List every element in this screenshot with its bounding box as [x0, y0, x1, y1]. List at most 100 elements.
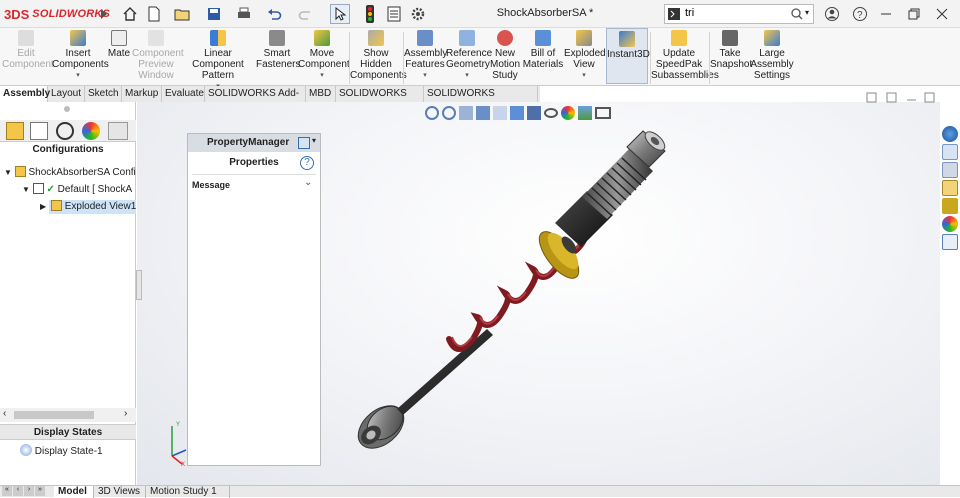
expand-menu-icon[interactable] [94, 4, 114, 24]
edit-appearance-icon[interactable] [561, 106, 575, 120]
configuration-manager-tab-icon[interactable] [56, 122, 74, 140]
tree-item-exploded-view[interactable]: ▶ Exploded View1 [40, 200, 136, 214]
solidworks-resources-icon[interactable] [942, 126, 958, 142]
panel-grip-icon[interactable] [64, 106, 70, 112]
tab-mbd[interactable]: MBD [306, 86, 336, 102]
property-manager-tab-icon[interactable] [30, 122, 48, 140]
tab-solidworks-add-ins[interactable]: SOLIDWORKS Add-Ins [205, 86, 306, 115]
display-state-item[interactable]: Display State-1 [20, 444, 136, 458]
tree-item-root[interactable]: ▼ ShockAbsorberSA Confi [4, 166, 136, 180]
section-view-icon[interactable] [476, 106, 490, 120]
minimize-icon[interactable] [876, 4, 896, 24]
print-icon[interactable] [234, 4, 254, 24]
apply-scene-icon[interactable] [578, 106, 592, 120]
first-tab-icon[interactable]: « [2, 486, 12, 496]
zoom-to-area-icon[interactable] [442, 106, 456, 120]
horizontal-scrollbar[interactable]: ‹ › [0, 408, 136, 422]
new-document-icon[interactable] [144, 4, 164, 24]
exploded-view-button[interactable]: Exploded View ▾ [564, 30, 606, 81]
take-snapshot-button[interactable]: Take Snapshot [710, 30, 752, 70]
linear-component-pattern-button[interactable]: Linear Component Pattern▾ [182, 30, 254, 92]
reference-geometry-icon [459, 30, 475, 46]
edit-component-icon [18, 30, 34, 46]
panel-menu-icon[interactable]: ▾ [312, 136, 316, 145]
scrollbar-thumb[interactable] [14, 411, 94, 419]
custom-properties-icon[interactable] [942, 234, 958, 250]
pin-panel-icon[interactable] [298, 137, 310, 149]
dynamic-annotation-icon[interactable] [493, 106, 507, 120]
collapse-arrow-icon[interactable]: ▼ [4, 168, 12, 177]
design-library-icon[interactable] [942, 162, 958, 178]
tab-layout[interactable]: Layout [48, 86, 85, 102]
next-tab-icon[interactable]: › [24, 486, 34, 496]
save-icon[interactable] [204, 4, 224, 24]
tab-solidworks-inspection[interactable]: SOLIDWORKS Inspection [424, 86, 538, 115]
collapse-arrow-icon[interactable]: ▼ [22, 185, 30, 194]
hide-show-items-icon[interactable] [544, 108, 558, 118]
search-icon[interactable] [791, 8, 803, 20]
edit-component-button[interactable]: Edit Component [2, 30, 54, 70]
prev-tab-icon[interactable]: ‹ [13, 486, 23, 496]
expand-arrow-icon[interactable]: ▶ [40, 202, 46, 211]
last-tab-icon[interactable]: » [35, 486, 45, 496]
tab-3d-views[interactable]: 3D Views [94, 486, 146, 498]
display-style-icon[interactable] [527, 106, 541, 120]
tab-evaluate[interactable]: Evaluate [162, 86, 205, 102]
show-hidden-components-button[interactable]: Show Hidden Components [350, 30, 407, 81]
tab-solidworks-cam[interactable]: SOLIDWORKS CAM [336, 86, 424, 115]
redo-icon[interactable] [296, 4, 316, 24]
home-icon[interactable] [120, 4, 140, 24]
tab-model[interactable]: Model [54, 486, 94, 498]
search-commands-box[interactable]: ▾ [664, 4, 814, 24]
search-input[interactable] [685, 7, 785, 19]
view-palette-icon[interactable] [942, 198, 958, 214]
view-orientation-icon[interactable] [510, 106, 524, 120]
search-dropdown-icon[interactable]: ▾ [805, 8, 809, 17]
move-component-button[interactable]: Move Component ▾ [298, 30, 350, 81]
bill-of-materials-button[interactable]: Bill of Materials [522, 30, 564, 70]
new-motion-study-button[interactable]: New Motion Study [488, 30, 522, 81]
select-arrow-icon[interactable] [330, 4, 350, 24]
zoom-to-fit-icon[interactable] [425, 106, 439, 120]
appearances-icon[interactable] [942, 216, 958, 232]
user-account-icon[interactable] [822, 4, 842, 24]
assembly-features-icon [417, 30, 433, 46]
view-settings-icon[interactable] [595, 107, 611, 119]
tree-item-default-config[interactable]: ▼ ✓ Default [ ShockA [22, 183, 136, 197]
assembly-features-button[interactable]: Assembly Features ▾ [404, 30, 447, 81]
large-assembly-icon [764, 30, 780, 46]
tab-markup[interactable]: Markup [122, 86, 162, 102]
feature-tree-tab-icon[interactable] [6, 122, 24, 140]
home-tab-icon[interactable] [942, 144, 958, 160]
instant3d-button[interactable]: Instant3D [606, 28, 650, 84]
file-explorer-icon[interactable] [942, 180, 958, 196]
previous-view-icon[interactable] [459, 106, 473, 120]
large-assembly-settings-button[interactable]: Large Assembly Settings [750, 30, 794, 81]
reference-geometry-button[interactable]: Reference Geometry ▾ [446, 30, 492, 81]
configuration-icon [32, 183, 44, 194]
panel-scroll-tabs-icon[interactable] [108, 122, 128, 140]
display-manager-tab-icon[interactable] [82, 122, 100, 140]
options-gear-icon[interactable] [408, 4, 428, 24]
open-folder-icon[interactable] [172, 4, 192, 24]
tab-assembly[interactable]: Assembly [0, 86, 50, 102]
help-icon[interactable]: ? [850, 4, 870, 24]
scroll-right-icon[interactable]: › [124, 408, 127, 419]
restore-icon[interactable] [904, 4, 924, 24]
file-properties-icon[interactable] [384, 4, 404, 24]
help-icon[interactable]: ? [300, 156, 314, 170]
shock-absorber-model[interactable] [337, 127, 737, 472]
mate-button[interactable]: Mate [106, 30, 132, 59]
component-preview-window-button[interactable]: Component Preview Window [132, 30, 184, 81]
tab-motion-study-1[interactable]: Motion Study 1 [146, 486, 230, 498]
update-speedpak-button[interactable]: Update SpeedPak Subassemblies [651, 30, 719, 81]
chevron-down-icon[interactable]: ⌄ [304, 177, 312, 188]
panel-splitter-handle[interactable] [136, 270, 142, 300]
rebuild-traffic-light-icon[interactable] [360, 4, 380, 24]
undo-icon[interactable] [264, 4, 284, 24]
close-icon[interactable] [932, 4, 952, 24]
scroll-left-icon[interactable]: ‹ [3, 408, 6, 419]
smart-fasteners-button[interactable]: Smart Fasteners [256, 30, 300, 70]
insert-components-button[interactable]: Insert Components ▾ [52, 30, 109, 81]
tab-sketch[interactable]: Sketch [85, 86, 122, 102]
